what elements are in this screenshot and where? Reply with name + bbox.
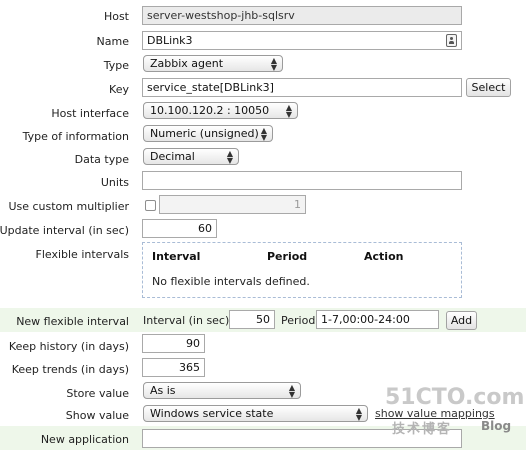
custom-multiplier-checkbox[interactable] bbox=[145, 200, 156, 211]
name-value: DBLink3 bbox=[147, 34, 193, 47]
type-select[interactable]: Zabbix agent ▲ ▼ bbox=[143, 55, 283, 72]
show-value-select[interactable]: Windows service state ▲ ▼ bbox=[143, 405, 368, 422]
units-input[interactable] bbox=[142, 171, 462, 190]
updown-arrows-icon: ▲ ▼ bbox=[260, 126, 267, 142]
keep-history-input[interactable]: 90 bbox=[142, 334, 205, 353]
key-select-button[interactable]: Select bbox=[466, 78, 511, 97]
type-label: Type bbox=[103, 59, 129, 72]
key-label: Key bbox=[109, 83, 129, 96]
data-type-value: Decimal bbox=[150, 150, 195, 163]
update-interval-input[interactable]: 60 bbox=[142, 219, 217, 238]
new-application-label: New application bbox=[40, 433, 129, 446]
type-of-information-label: Type of information bbox=[22, 130, 129, 143]
contact-card-icon[interactable] bbox=[446, 34, 457, 47]
data-type-select[interactable]: Decimal ▲ ▼ bbox=[143, 148, 239, 165]
watermark-blog: Blog bbox=[481, 419, 512, 433]
custom-multiplier-input: 1 bbox=[159, 195, 306, 214]
period-label: Period bbox=[281, 314, 316, 327]
watermark-tagline: 技术博客 bbox=[392, 422, 453, 437]
host-interface-select[interactable]: 10.100.120.2 : 10050 ▲ ▼ bbox=[143, 102, 298, 119]
show-value-label: Show value bbox=[65, 409, 129, 422]
key-input[interactable]: service_state[DBLink3] bbox=[142, 78, 462, 97]
update-interval-label: Update interval (in sec) bbox=[0, 224, 129, 237]
updown-arrows-icon: ▲ ▼ bbox=[355, 406, 362, 422]
units-label: Units bbox=[100, 176, 129, 189]
show-value-selected: Windows service state bbox=[150, 407, 274, 420]
updown-arrows-icon: ▲ ▼ bbox=[288, 383, 295, 399]
new-interval-input[interactable]: 50 bbox=[229, 310, 275, 329]
empty-table-message: No flexible intervals defined. bbox=[152, 275, 310, 288]
host-label: Host bbox=[103, 10, 129, 23]
interval-in-sec-label: Interval (in sec) bbox=[143, 314, 230, 327]
store-value-label: Store value bbox=[66, 387, 129, 400]
name-input[interactable]: DBLink3 bbox=[142, 31, 462, 50]
data-type-label: Data type bbox=[74, 153, 129, 166]
host-field: server-westshop-jhb-sqlsrv bbox=[142, 6, 462, 25]
host-interface-label: Host interface bbox=[51, 107, 129, 120]
watermark-site: 51CTO.com bbox=[385, 385, 525, 410]
type-of-information-select[interactable]: Numeric (unsigned) ▲ ▼ bbox=[143, 125, 273, 142]
store-value-select[interactable]: As is ▲ ▼ bbox=[143, 382, 301, 399]
flexible-intervals-label: Flexible intervals bbox=[35, 248, 130, 261]
column-header-interval: Interval bbox=[152, 250, 201, 263]
updown-arrows-icon: ▲ ▼ bbox=[285, 103, 292, 119]
add-interval-button[interactable]: Add bbox=[446, 311, 477, 330]
period-input[interactable]: 1-7,00:00-24:00 bbox=[316, 310, 439, 329]
column-header-action: Action bbox=[364, 250, 404, 263]
name-label: Name bbox=[96, 35, 129, 48]
custom-multiplier-label: Use custom multiplier bbox=[8, 200, 129, 213]
updown-arrows-icon: ▲ ▼ bbox=[226, 149, 233, 165]
flexible-intervals-table: Interval Period Action No flexible inter… bbox=[142, 242, 462, 298]
keep-trends-label: Keep trends (in days) bbox=[11, 363, 129, 376]
keep-history-label: Keep history (in days) bbox=[8, 340, 129, 353]
type-of-information-value: Numeric (unsigned) bbox=[150, 127, 259, 140]
new-flexible-interval-label: New flexible interval bbox=[16, 315, 129, 328]
type-select-value: Zabbix agent bbox=[150, 57, 224, 70]
host-interface-value: 10.100.120.2 : 10050 bbox=[150, 104, 270, 117]
store-value-selected: As is bbox=[150, 384, 176, 397]
updown-arrows-icon: ▲ ▼ bbox=[270, 56, 277, 72]
column-header-period: Period bbox=[267, 250, 308, 263]
keep-trends-input[interactable]: 365 bbox=[142, 358, 205, 377]
